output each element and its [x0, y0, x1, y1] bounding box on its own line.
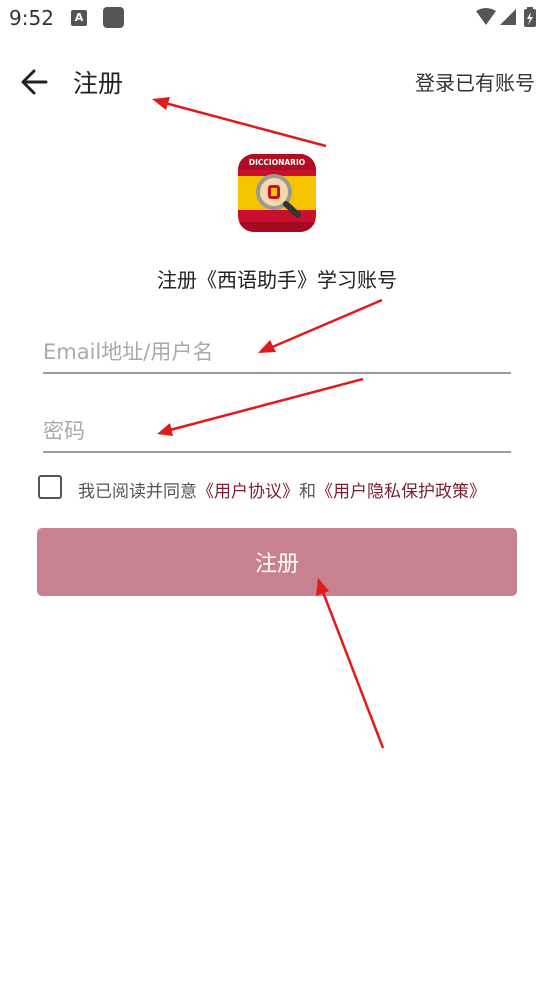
login-existing-account-link[interactable]: 登录已有账号 — [415, 67, 535, 96]
password-input[interactable] — [43, 411, 511, 453]
app-bar: 注册 登录已有账号 — [0, 50, 554, 110]
dictionary-logo-icon: DICCIONARIO — [238, 154, 316, 232]
back-arrow-icon — [21, 69, 48, 95]
status-icons — [476, 7, 536, 27]
register-button[interactable]: 注册 — [37, 528, 517, 596]
notification-square-icon — [103, 7, 124, 28]
status-time: 9:52 — [9, 6, 54, 30]
agreement-text: 我已阅读并同意《用户协议》和《用户隐私保护政策》 — [78, 477, 486, 502]
wifi-icon — [476, 8, 496, 25]
agreement-and: 和 — [299, 482, 316, 502]
notification-a-icon: A — [71, 10, 87, 26]
signal-icon — [500, 9, 516, 25]
back-button[interactable] — [16, 62, 56, 102]
logo-label: DICCIONARIO — [249, 158, 305, 167]
subtitle: 注册《西语助手》学习账号 — [157, 268, 397, 292]
agreement-checkbox[interactable] — [38, 475, 62, 499]
user-agreement-link[interactable]: 《用户协议》 — [197, 482, 299, 502]
status-bar: 9:52 A — [0, 0, 554, 36]
email-username-input[interactable] — [43, 332, 511, 374]
battery-icon — [524, 7, 536, 27]
page-title: 注册 — [73, 69, 124, 98]
annotation-arrow-register — [321, 591, 385, 749]
privacy-policy-link[interactable]: 《用户隐私保护政策》 — [316, 482, 486, 502]
agreement-prefix: 我已阅读并同意 — [78, 482, 197, 502]
